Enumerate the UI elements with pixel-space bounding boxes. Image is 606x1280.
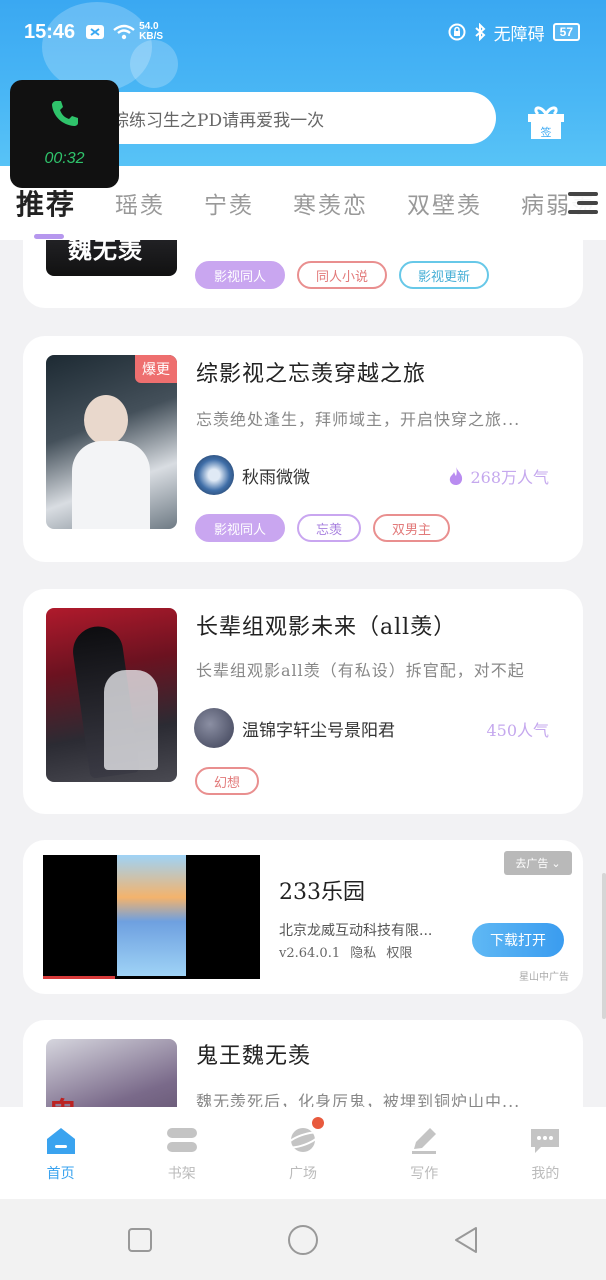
scrollbar[interactable] xyxy=(602,873,606,1019)
nav-label: 我的 xyxy=(531,1166,560,1182)
network-speed: 54.0 KB/S xyxy=(139,22,163,42)
net-speed-unit: KB/S xyxy=(139,31,164,42)
book-cover: 爆更 xyxy=(46,355,177,529)
author-name: 秋雨微微 xyxy=(242,467,310,488)
cover-figure xyxy=(84,395,128,445)
home-icon xyxy=(46,1128,75,1154)
lock-rotation-icon xyxy=(448,23,466,41)
nav-profile[interactable]: 我的 xyxy=(485,1107,606,1199)
tab-shuangbixian[interactable]: 双壁羡 xyxy=(407,186,482,220)
active-tab-indicator xyxy=(34,234,64,239)
back-triangle-icon[interactable] xyxy=(452,1225,480,1255)
tag[interactable]: 幻想 xyxy=(195,767,260,795)
book-description: 长辈组观影all羡（有私设）拆官配，对不起 xyxy=(196,661,525,680)
book-cover xyxy=(46,608,177,782)
search-placeholder: 综练习生之PD请再爱我一次 xyxy=(112,110,325,131)
recent-apps-icon[interactable] xyxy=(126,1226,154,1254)
ad-video-frame xyxy=(117,855,186,976)
menu-icon[interactable] xyxy=(568,188,598,218)
nav-square[interactable]: 广场 xyxy=(242,1107,363,1199)
cover-figure-robe xyxy=(72,441,150,529)
ad-video[interactable] xyxy=(43,855,260,979)
call-duration: 00:32 xyxy=(44,150,85,167)
ad-privacy-link[interactable]: 隐私 xyxy=(350,946,376,961)
book-card[interactable]: 爆更 综影视之忘羡穿越之旅 忘羡绝处逢生，拜师域主，开启快穿之旅... 秋雨微微… xyxy=(23,336,583,562)
ad-source: 星山中广告 xyxy=(519,972,569,983)
remove-ad-button[interactable]: 去广告 ⌄ xyxy=(504,851,572,875)
tag[interactable]: 影视同人 xyxy=(195,514,286,542)
gift-label: 签 xyxy=(541,125,552,139)
nav-home[interactable]: 首页 xyxy=(0,1107,121,1199)
tab-yaoxian[interactable]: 瑶羡 xyxy=(115,186,165,220)
avatar xyxy=(194,455,234,495)
ad-card[interactable]: 233乐园 北京龙威互动科技有限... v2.64.0.1 隐私 权限 下载打开… xyxy=(23,840,583,994)
author[interactable]: 温锦字轩尘号景阳君 xyxy=(194,708,395,748)
popularity-count: 450人气 xyxy=(486,721,549,740)
book-title[interactable]: 综影视之忘羡穿越之旅 xyxy=(196,356,426,388)
tag[interactable]: 双男主 xyxy=(373,514,451,542)
ad-video-progress xyxy=(43,976,115,979)
author[interactable]: 秋雨微微 xyxy=(194,455,310,495)
book-description: 忘羡绝处逢生，拜师域主，开启快穿之旅... xyxy=(196,410,521,429)
ad-company: 北京龙威互动科技有限... xyxy=(279,923,433,939)
nav-write[interactable]: 写作 xyxy=(364,1107,485,1199)
notification-dot xyxy=(312,1117,325,1129)
ad-permissions-link[interactable]: 权限 xyxy=(386,946,412,961)
nav-label: 写作 xyxy=(410,1166,439,1182)
battery-indicator: 57 xyxy=(552,23,580,41)
tag[interactable]: 同人小说 xyxy=(297,261,388,289)
wifi-icon xyxy=(113,24,135,40)
avatar xyxy=(194,708,234,748)
tag-list: 影视同人 忘羡 双男主 xyxy=(195,514,451,542)
search-input[interactable]: 综练习生之PD请再爱我一次 xyxy=(60,92,496,144)
ad-version: v2.64.0.1 xyxy=(279,946,341,961)
flame-icon xyxy=(450,467,463,485)
hot-update-badge: 爆更 xyxy=(135,355,177,383)
accessibility-label: 无障碍 xyxy=(493,24,545,45)
nav-label: 首页 xyxy=(46,1166,75,1182)
popularity: 450人气 xyxy=(486,717,549,741)
call-overlay[interactable]: 00:32 xyxy=(10,80,119,188)
clock: 15:46 xyxy=(24,20,76,43)
popularity: 268万人气 xyxy=(448,464,549,488)
tag-list: 幻想 xyxy=(195,767,260,795)
gift-sign-in-icon[interactable]: 签 xyxy=(526,104,566,140)
phone-icon xyxy=(52,101,78,126)
bottom-navigation: 首页 书架 广场 写作 我的 xyxy=(0,1107,606,1199)
ad-meta: v2.64.0.1 隐私 权限 xyxy=(279,942,412,961)
nav-label: 广场 xyxy=(289,1166,317,1182)
tag[interactable]: 忘羡 xyxy=(297,514,362,542)
cover-figure-robe xyxy=(104,670,158,770)
system-navigation-bar xyxy=(0,1199,606,1280)
author-name: 温锦字轩尘号景阳君 xyxy=(242,720,395,741)
tag[interactable]: 影视更新 xyxy=(399,261,490,289)
planet-icon xyxy=(285,1128,321,1152)
status-bar: 15:46 54.0 KB/S 无障碍 57 xyxy=(24,14,580,50)
chevron-down-icon: ⌄ xyxy=(551,856,561,870)
chat-bubble-icon xyxy=(531,1129,560,1153)
tab-hanxianlian[interactable]: 寒羡恋 xyxy=(293,186,368,220)
tab-recommend[interactable]: 推荐 xyxy=(16,183,76,223)
download-open-button[interactable]: 下载打开 xyxy=(472,923,564,957)
bluetooth-icon xyxy=(474,23,486,41)
home-circle-icon[interactable] xyxy=(286,1223,320,1257)
notification-icon xyxy=(86,25,105,39)
book-card[interactable]: 长辈组观影未来（all羡） 长辈组观影all羡（有私设）拆官配，对不起 温锦字轩… xyxy=(23,589,583,814)
bookshelf-icon xyxy=(166,1128,197,1152)
popularity-count: 268万人气 xyxy=(470,468,549,487)
pen-icon xyxy=(412,1128,437,1154)
remove-ad-label: 去广告 xyxy=(515,857,549,870)
nav-label: 书架 xyxy=(167,1166,196,1182)
book-title[interactable]: 长辈组观影未来（all羡） xyxy=(196,609,456,641)
tag-list: 影视同人 同人小说 影视更新 xyxy=(195,261,490,289)
ad-title[interactable]: 233乐园 xyxy=(279,874,365,906)
tab-ningxian[interactable]: 宁羡 xyxy=(204,186,254,220)
book-title[interactable]: 鬼王魏无羡 xyxy=(196,1038,311,1070)
nav-bookshelf[interactable]: 书架 xyxy=(121,1107,242,1199)
tag[interactable]: 影视同人 xyxy=(195,261,286,289)
